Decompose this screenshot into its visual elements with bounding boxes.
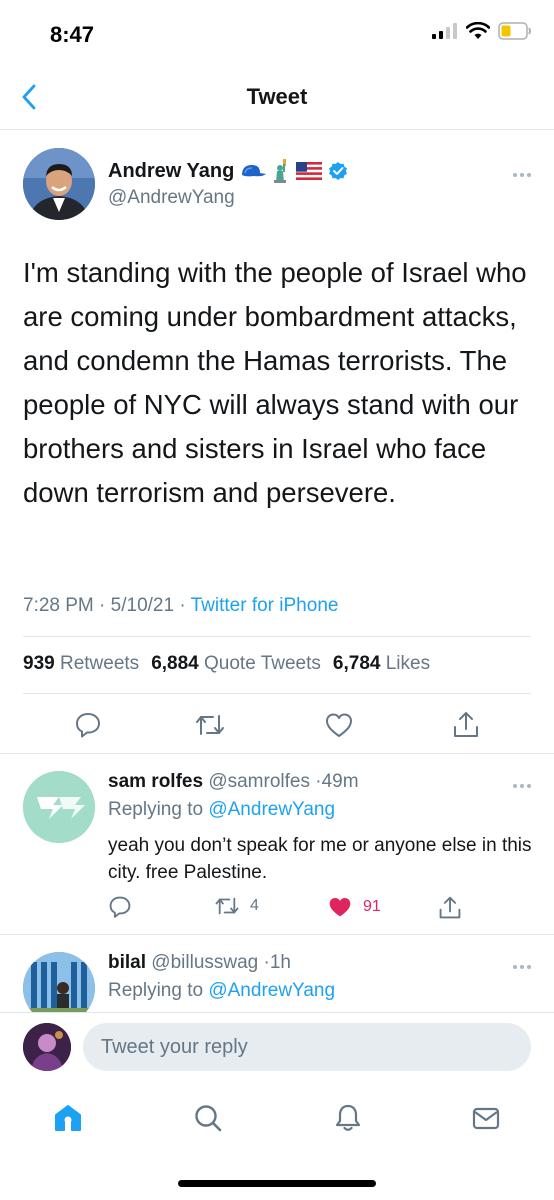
meta-separator: · xyxy=(179,595,191,616)
reply-text: yeah you don’t speak for me or anyone el… xyxy=(108,835,532,883)
tab-search[interactable] xyxy=(188,1098,228,1138)
tweet-actions xyxy=(0,705,554,749)
home-indicator xyxy=(178,1180,376,1187)
reply-button[interactable] xyxy=(68,705,108,745)
avatar[interactable] xyxy=(23,1023,71,1071)
avatar-image xyxy=(23,771,95,843)
author-handle[interactable]: @AndrewYang xyxy=(108,187,235,209)
share-button[interactable] xyxy=(438,895,462,921)
meta-separator: · xyxy=(99,595,111,616)
avatar[interactable] xyxy=(23,952,95,1012)
avatar-image xyxy=(23,952,95,1012)
replying-to-label: Replying to xyxy=(108,980,204,1001)
heart-icon xyxy=(326,713,352,737)
tab-home[interactable] xyxy=(48,1098,88,1138)
reply-header: bilal @billusswag ·1h xyxy=(108,952,291,974)
tweet-stats: 939 Retweets 6,884 Quote Tweets 6,784 Li… xyxy=(23,653,430,675)
quotes-label: Quote Tweets xyxy=(204,653,321,674)
retweet-icon xyxy=(196,715,224,735)
more-options-button[interactable] xyxy=(512,776,532,794)
us-flag-icon xyxy=(296,162,323,180)
likes-label: Likes xyxy=(385,653,431,674)
reply-author-handle[interactable]: @samrolfes xyxy=(208,771,310,792)
bell-icon xyxy=(335,1104,361,1131)
replying-to: Replying to @AndrewYang xyxy=(108,980,335,1002)
avatar-image xyxy=(23,1023,71,1071)
likes-stat[interactable]: 6,784 Likes xyxy=(333,653,430,675)
tweet-date: 5/10/21 xyxy=(110,595,175,616)
tweet-meta: 7:28 PM · 5/10/21 · Twitter for iPhone xyxy=(23,595,338,617)
replying-to: Replying to @AndrewYang xyxy=(108,799,335,821)
more-dots-icon xyxy=(513,173,531,177)
reply-input-placeholder: Tweet your reply xyxy=(101,1036,248,1058)
retweet-button[interactable]: 4 xyxy=(214,895,259,917)
retweets-label: Retweets xyxy=(59,653,140,674)
tweet-source-link[interactable]: Twitter for iPhone xyxy=(191,595,339,616)
heart-filled-icon xyxy=(329,898,351,917)
more-options-button[interactable] xyxy=(512,957,532,975)
home-icon xyxy=(55,1105,81,1131)
reply-icon xyxy=(76,713,100,738)
status-bar: 8:47 xyxy=(0,0,554,64)
mail-icon xyxy=(472,1107,500,1130)
mention-link[interactable]: @AndrewYang xyxy=(208,980,335,1001)
reply-age: 49m xyxy=(321,771,359,792)
author-name[interactable]: Andrew Yang xyxy=(108,159,348,183)
battery-icon xyxy=(498,22,531,40)
tweet-time: 7:28 PM xyxy=(23,595,94,616)
reply-author-name[interactable]: bilal xyxy=(108,952,146,973)
mention-link[interactable]: @AndrewYang xyxy=(208,799,335,820)
reply-author-name[interactable]: sam rolfes xyxy=(108,771,203,792)
more-dots-icon xyxy=(513,965,531,969)
quotes-count: 6,884 xyxy=(151,653,199,674)
wifi-icon xyxy=(466,22,490,39)
search-icon xyxy=(195,1105,222,1132)
reply-button[interactable] xyxy=(108,895,132,919)
like-button[interactable]: 91 xyxy=(327,895,381,919)
likes-count: 6,784 xyxy=(332,653,381,674)
author-name-text: Andrew Yang xyxy=(108,159,235,182)
reply-actions: 4 91 xyxy=(0,895,554,925)
reply-tweet[interactable]: sam rolfes @samrolfes ·49m Replying to @… xyxy=(0,754,554,934)
retweet-button[interactable] xyxy=(190,705,230,745)
compose-bar: Tweet your reply xyxy=(0,1012,554,1084)
retweets-count: 939 xyxy=(23,653,55,674)
tab-bar xyxy=(0,1084,554,1156)
reply-header: sam rolfes @samrolfes ·49m xyxy=(108,771,359,793)
tweet-text: I'm standing with the people of Israel w… xyxy=(23,257,527,508)
share-icon xyxy=(439,896,461,919)
reply-input[interactable]: Tweet your reply xyxy=(83,1023,531,1071)
signal-icon xyxy=(432,23,457,39)
share-icon xyxy=(454,712,478,737)
status-time: 8:47 xyxy=(50,22,95,47)
tab-messages[interactable] xyxy=(466,1098,506,1138)
page-title: Tweet xyxy=(246,84,308,109)
share-button[interactable] xyxy=(446,705,486,745)
avatar[interactable] xyxy=(23,771,95,843)
reply-age: 1h xyxy=(269,952,291,973)
statue-of-liberty-icon xyxy=(274,159,287,183)
reply-tweet[interactable]: bilal @billusswag ·1h Replying to @Andre… xyxy=(0,935,554,1012)
retweet-count: 4 xyxy=(250,897,259,914)
divider xyxy=(23,693,531,694)
more-options-button[interactable] xyxy=(512,165,532,183)
reply-author-handle[interactable]: @billusswag xyxy=(151,952,258,973)
tab-notifications[interactable] xyxy=(328,1098,368,1138)
quotes-stat[interactable]: 6,884 Quote Tweets xyxy=(151,653,321,675)
avatar[interactable] xyxy=(23,148,95,220)
avatar-image xyxy=(23,148,95,220)
retweet-icon xyxy=(215,897,239,915)
nav-bar: Tweet xyxy=(0,64,554,130)
verified-badge-icon xyxy=(329,162,348,180)
replying-to-label: Replying to xyxy=(108,799,204,820)
status-icons xyxy=(432,22,532,40)
like-button[interactable] xyxy=(319,705,359,745)
like-count: 91 xyxy=(363,898,381,915)
retweets-stat[interactable]: 939 Retweets xyxy=(23,653,139,675)
blue-cap-icon xyxy=(242,165,267,177)
reply-icon xyxy=(109,896,131,918)
divider xyxy=(23,636,531,637)
more-dots-icon xyxy=(513,784,531,788)
